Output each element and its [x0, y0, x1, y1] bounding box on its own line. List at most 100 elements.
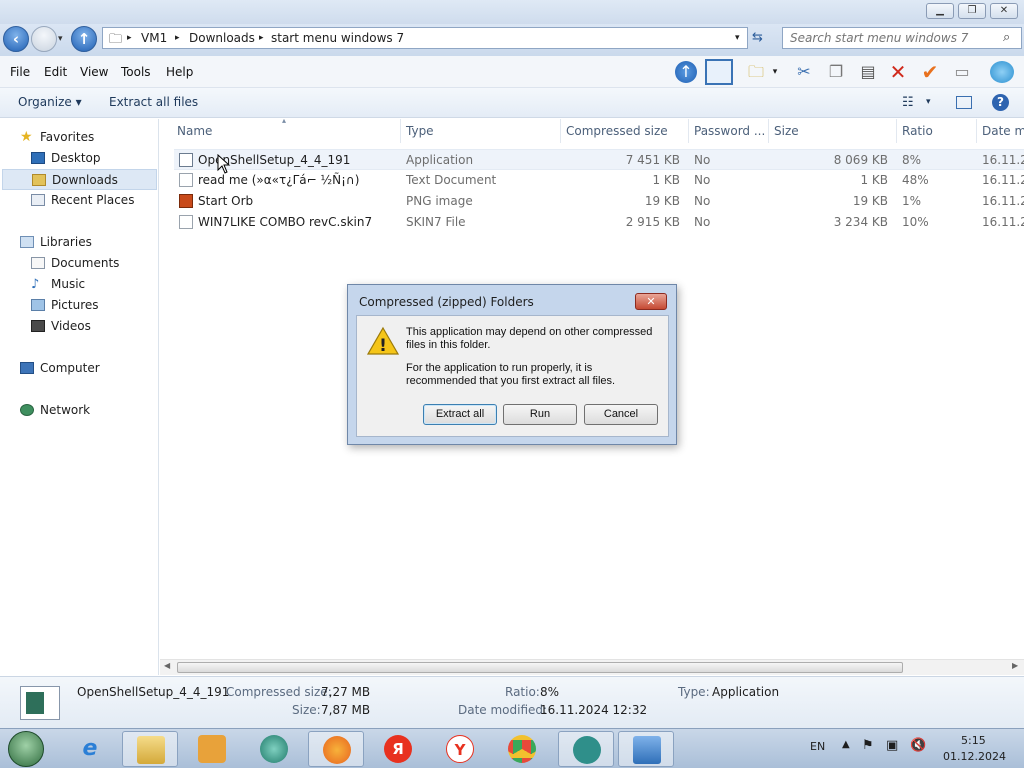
help-icon[interactable]: ?	[992, 94, 1009, 111]
sidebar-item-desktop[interactable]: Desktop	[0, 148, 158, 169]
column-divider[interactable]	[896, 119, 897, 143]
refresh-icon[interactable]: ⇆	[752, 30, 763, 45]
search-input[interactable]	[783, 28, 993, 48]
restore-button[interactable]: ❐	[958, 3, 986, 19]
search-box[interactable]: ⌕	[782, 27, 1022, 49]
column-compressed-size[interactable]: Compressed size	[566, 124, 668, 138]
taskbar-chromium[interactable]	[494, 731, 550, 767]
horizontal-scrollbar[interactable]: ◀ ▶	[160, 659, 1024, 675]
taskbar-app-green[interactable]	[246, 731, 302, 767]
menu-help[interactable]: Help	[166, 65, 193, 79]
breadcrumb-current-folder[interactable]: start menu windows 7	[271, 31, 404, 45]
taskbar-firefox[interactable]	[308, 731, 364, 767]
sidebar-favorites[interactable]: ★ Favorites	[0, 127, 158, 148]
column-divider[interactable]	[560, 119, 561, 143]
action-center-flag-icon[interactable]: ⚑	[862, 738, 874, 753]
network-tray-icon[interactable]: ▣	[886, 738, 898, 753]
taskbar-windows-explorer[interactable]	[122, 731, 178, 767]
dialog-close-button[interactable]: ✕	[635, 293, 667, 310]
start-button[interactable]	[8, 731, 44, 767]
sidebar-item-music[interactable]: ♪ Music	[0, 274, 158, 295]
taskbar-yandex-browser[interactable]: Y	[432, 731, 488, 767]
address-dropdown-icon[interactable]: ▾	[735, 33, 740, 43]
column-name[interactable]: Name	[177, 124, 212, 138]
scroll-right-icon[interactable]: ▶	[1012, 661, 1018, 670]
column-ratio[interactable]: Ratio	[902, 124, 933, 138]
search-icon[interactable]: ⌕	[1003, 30, 1010, 45]
back-button[interactable]: ‹	[3, 26, 29, 52]
column-divider[interactable]	[688, 119, 689, 143]
column-password[interactable]: Password ...	[694, 124, 765, 138]
column-type[interactable]: Type	[406, 124, 434, 138]
chromium-icon	[508, 735, 536, 763]
sidebar-item-label: Network	[40, 403, 91, 417]
column-divider[interactable]	[400, 119, 401, 143]
breadcrumb-downloads[interactable]: Downloads	[189, 31, 255, 45]
extract-all-files-button[interactable]: Extract all files	[109, 95, 198, 109]
cut-icon[interactable]: ✂	[792, 61, 816, 83]
sidebar-item-label: Favorites	[40, 130, 95, 144]
file-compressed-size: 7 451 KB	[625, 153, 680, 167]
file-row[interactable]: Start Orb PNG image 19 KB No 19 KB 1% 16…	[174, 191, 1024, 212]
organize-button[interactable]: Organize ▾	[18, 95, 82, 109]
language-indicator[interactable]: EN	[810, 740, 825, 753]
paste-icon[interactable]: ▤	[856, 61, 880, 83]
taskbar-yandex[interactable]: Я	[370, 731, 426, 767]
column-divider[interactable]	[768, 119, 769, 143]
properties-icon[interactable]: ▭	[950, 61, 974, 83]
volume-muted-icon[interactable]: 🔇	[910, 738, 926, 753]
address-row: ‹ ▾ ↑ 🗀 ▸ VM1 ▸ Downloads ▸ start menu w…	[0, 24, 1024, 56]
scrollbar-thumb[interactable]	[177, 662, 903, 673]
recent-pages-dropdown[interactable]: ▾	[58, 34, 63, 44]
up-button[interactable]: ↑	[71, 26, 97, 52]
sidebar-item-videos[interactable]: Videos	[0, 316, 158, 337]
menu-edit[interactable]: Edit	[44, 65, 67, 79]
view-dropdown-icon[interactable]: ▾	[926, 97, 931, 107]
sidebar-item-pictures[interactable]: Pictures	[0, 295, 158, 316]
preview-pane-icon[interactable]	[956, 96, 972, 109]
folder-icon	[137, 736, 165, 764]
breadcrumb-vm1[interactable]: VM1	[141, 31, 167, 45]
view-options-icon[interactable]: ☷	[902, 95, 914, 110]
cancel-button[interactable]: Cancel	[584, 404, 658, 425]
menu-view[interactable]: View	[80, 65, 108, 79]
delete-icon[interactable]: ✕	[886, 61, 910, 83]
address-bar[interactable]: 🗀 ▸ VM1 ▸ Downloads ▸ start menu windows…	[102, 27, 748, 49]
taskbar-internet-explorer[interactable]: e	[62, 731, 118, 767]
taskbar-media-player[interactable]	[184, 731, 240, 767]
file-row[interactable]: WIN7LIKE COMBO revC.skin7 SKIN7 File 2 9…	[174, 212, 1024, 233]
sidebar-item-recent-places[interactable]: Recent Places	[0, 190, 158, 211]
column-date-modified[interactable]: Date mo	[982, 124, 1024, 138]
check-icon[interactable]: ✔	[918, 61, 942, 83]
file-row[interactable]: read me (»α«τ¿Γá⌐ ½Ñ¡∩) Text Document 1 …	[174, 170, 1024, 191]
copy-icon[interactable]: ❐	[824, 61, 848, 83]
column-size[interactable]: Size	[774, 124, 799, 138]
scroll-left-icon[interactable]: ◀	[164, 661, 170, 670]
up-folder-icon[interactable]: ↑	[675, 61, 697, 83]
clock-time[interactable]: 5:15	[961, 734, 986, 747]
globe-icon[interactable]	[990, 61, 1014, 83]
sidebar-item-documents[interactable]: Documents	[0, 253, 158, 274]
close-window-button[interactable]: ✕	[990, 3, 1018, 19]
show-hidden-icons-icon[interactable]: ▲	[842, 739, 850, 750]
column-divider[interactable]	[976, 119, 977, 143]
sidebar-item-downloads[interactable]: Downloads	[2, 169, 157, 190]
panes-icon[interactable]	[705, 59, 733, 85]
extract-all-button[interactable]: Extract all	[423, 404, 497, 425]
clock-date[interactable]: 01.12.2024	[943, 750, 1006, 763]
forward-button[interactable]	[31, 26, 57, 52]
file-row[interactable]: OpenShellSetup_4_4_191 Application 7 451…	[174, 149, 1024, 170]
minimize-button[interactable]: ▁	[926, 3, 954, 19]
favorites-folder-icon[interactable]: 🗀	[744, 61, 768, 83]
sidebar-libraries[interactable]: Libraries	[0, 232, 158, 253]
favorites-dropdown-icon[interactable]: ▾	[768, 61, 782, 83]
menu-tools[interactable]: Tools	[121, 65, 151, 79]
taskbar-app-blue[interactable]	[618, 731, 674, 767]
sidebar-network[interactable]: Network	[0, 400, 158, 421]
sidebar-computer[interactable]: Computer	[0, 358, 158, 379]
menu-file[interactable]: File	[10, 65, 30, 79]
taskbar-app-teal[interactable]	[558, 731, 614, 767]
run-button[interactable]: Run	[503, 404, 577, 425]
details-file-name: OpenShellSetup_4_4_191	[77, 685, 230, 699]
star-icon: ★	[20, 129, 33, 145]
